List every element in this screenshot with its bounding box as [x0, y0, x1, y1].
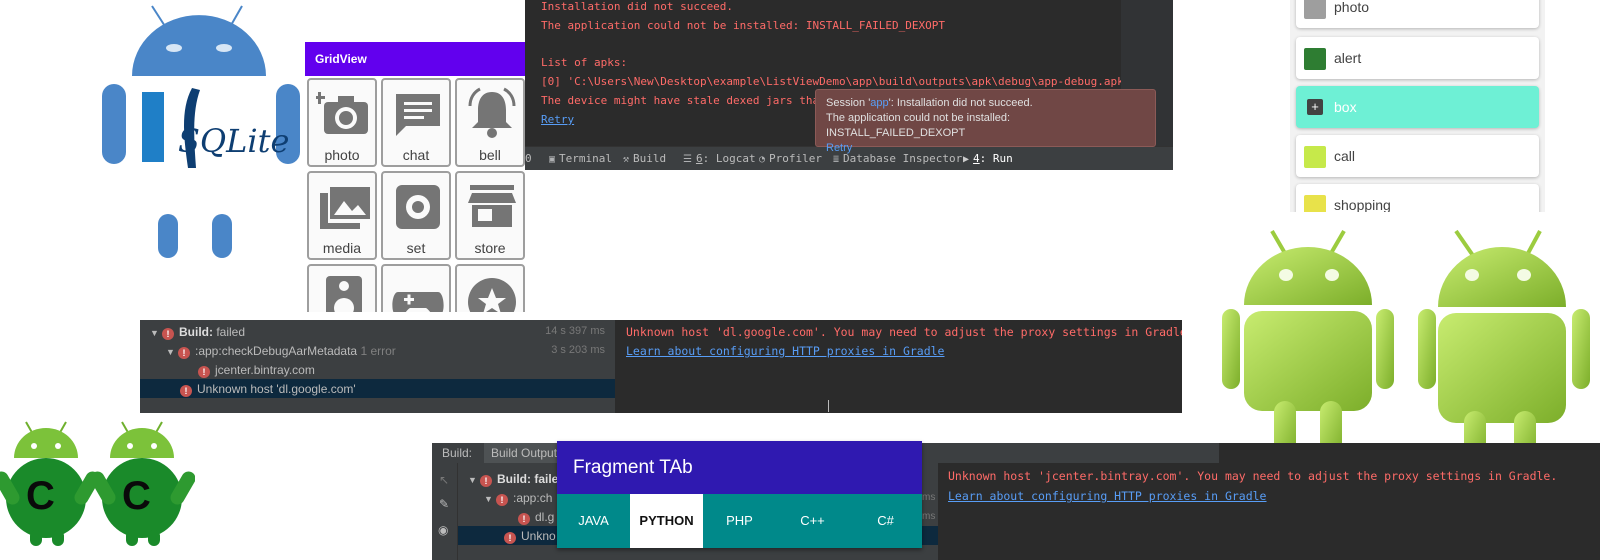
tab-php[interactable]: PHP — [703, 494, 776, 548]
cpp-letter: C — [26, 474, 55, 518]
tab-java[interactable]: JAVA — [557, 494, 630, 548]
cpp-droids-logo: C C — [0, 418, 196, 548]
retry-link[interactable]: Retry — [541, 113, 574, 126]
store-icon — [468, 185, 516, 227]
install-error-tooltip: Session 'app': Installation did not succ… — [815, 89, 1156, 154]
proxy-help-link[interactable]: Learn about configuring HTTP proxies in … — [948, 489, 1267, 503]
chat-icon — [396, 94, 440, 136]
hammer-icon: ⚒ — [623, 154, 630, 165]
error-icon: ! — [198, 366, 210, 378]
grid-cell-photo[interactable]: photo — [307, 78, 377, 167]
tree-row-host[interactable]: ! jcenter.bintray.com — [140, 360, 615, 379]
eye-icon[interactable]: ◉ — [438, 523, 448, 537]
sqlite-text: SQLite — [178, 122, 290, 160]
logcat-tab[interactable]: ☰ 6: Logcat — [683, 152, 756, 165]
console-line: List of apks: — [541, 56, 628, 69]
list-item-photo[interactable]: photo — [1296, 0, 1539, 28]
build-output-tab[interactable]: Build Output — [484, 443, 565, 463]
gridview-app: GridView photo chat bell media set store — [305, 42, 527, 312]
profiler-tab[interactable]: ◔ Profiler — [759, 152, 822, 165]
add-box-icon: + — [1307, 99, 1323, 115]
grid-cell-set[interactable]: set — [381, 171, 451, 260]
grid-cell-media[interactable]: media — [307, 171, 377, 260]
logcat-icon: ☰ — [683, 154, 692, 165]
console-line: The application could not be installed: … — [541, 19, 945, 32]
expand-arrow-icon: ▼ — [484, 494, 493, 504]
tree-row-task[interactable]: ▼!:app:checkDebugAarMetadata 1 error 3 s… — [140, 341, 615, 360]
console-line: The device might have stale dexed jars t… — [541, 94, 820, 107]
terminal-icon: ▣ — [549, 154, 556, 165]
star-icon — [468, 278, 516, 312]
time-suffix: ms — [922, 511, 936, 522]
expand-arrow-icon: ▼ — [166, 347, 175, 357]
expand-arrow-icon: ▼ — [468, 475, 477, 485]
pin-icon[interactable]: ✎ — [439, 497, 449, 511]
tab-layout: JAVA PYTHON PHP C++ C# — [557, 494, 922, 548]
alert-bell-icon — [1304, 48, 1326, 70]
android-mascot — [1418, 229, 1590, 459]
console-line: [0] 'C:\Users\New\Desktop\example\ListVi… — [541, 75, 1131, 88]
build-tree: ▼! Build: failed 14 s 397 ms ▼!:app:check… — [140, 320, 615, 413]
tab-cpp[interactable]: C++ — [776, 494, 849, 548]
error-icon: ! — [518, 513, 530, 525]
shopping-cart-icon — [1304, 195, 1326, 212]
console-line: Unknown host 'jcenter.bintray.com'. You … — [948, 469, 1558, 483]
profiler-icon: ◔ — [759, 154, 766, 165]
build-label: Build: — [442, 446, 473, 460]
camera-icon — [1304, 0, 1326, 19]
list-item-call[interactable]: call — [1296, 135, 1539, 177]
error-icon: ! — [180, 385, 192, 397]
call-icon — [1304, 146, 1326, 168]
error-icon: ! — [178, 347, 190, 359]
android-mascots — [1220, 225, 1600, 465]
console-line: Unknown host 'dl.google.com'. You may ne… — [626, 325, 1182, 339]
build-tab[interactable]: ⚒ Build — [623, 152, 666, 165]
tooltip-retry-link[interactable]: Retry — [826, 141, 1145, 156]
sqlite-android-logo: SQLite — [100, 0, 310, 265]
tab-python[interactable]: PYTHON — [630, 494, 703, 548]
gamepad-icon — [392, 292, 444, 312]
bell-icon — [468, 87, 516, 138]
list-item-box[interactable]: + box — [1296, 86, 1539, 128]
list-item-shopping[interactable]: shopping — [1296, 184, 1539, 212]
build-side-toolbar: ↖ ✎ ◉ — [432, 463, 458, 560]
gridview-grid: photo chat bell media set store — [305, 76, 527, 312]
app-bar-title: Fragment TAb — [573, 457, 693, 478]
error-icon: ! — [162, 328, 174, 340]
grid-cell-store[interactable]: store — [455, 171, 525, 260]
cpp-letter: C — [122, 474, 151, 518]
list-item-alert[interactable]: alert — [1296, 37, 1539, 79]
build-output-panel: ▼! Build: failed 14 s 397 ms ▼!:app:check… — [140, 320, 1182, 413]
text-cursor-icon — [828, 400, 829, 412]
error-icon: ! — [480, 475, 492, 487]
expand-arrow-icon: ▼ — [150, 328, 159, 338]
console-line: Installation did not succeed. — [541, 0, 734, 13]
tab-csharp[interactable]: C# — [849, 494, 922, 548]
grid-cell-chat[interactable]: chat — [381, 78, 451, 167]
icon-list: photo alert + box call shopping — [1290, 0, 1545, 212]
grid-cell-speaker[interactable] — [307, 264, 377, 312]
error-icon: ! — [496, 494, 508, 506]
tree-row-build[interactable]: ▼! Build: failed 14 s 397 ms — [140, 322, 615, 341]
image-icon — [320, 187, 370, 229]
speaker-icon — [326, 276, 362, 312]
time-suffix: ms — [922, 492, 936, 503]
tree-row-unknown-host[interactable]: ! Unknown host 'dl.google.com' — [140, 379, 615, 398]
android-mascot — [1222, 229, 1394, 455]
error-icon: ! — [504, 532, 516, 544]
tool-window-edge: 0 — [525, 152, 532, 165]
proxy-help-link[interactable]: Learn about configuring HTTP proxies in … — [626, 344, 945, 358]
gear-icon — [396, 185, 440, 229]
grid-cell-bell[interactable]: bell — [455, 78, 525, 167]
grid-cell-gamepad[interactable] — [381, 264, 451, 312]
terminal-tab[interactable]: ▣ Terminal — [549, 152, 612, 165]
cpp-droid — [0, 421, 100, 546]
gridview-title: GridView — [305, 42, 527, 76]
fragment-tab-app: Fragment TAb JAVA PYTHON PHP C++ C# — [557, 441, 922, 548]
camera-icon — [316, 92, 368, 134]
pointer-icon[interactable]: ↖ — [439, 473, 449, 487]
grid-cell-star[interactable] — [455, 264, 525, 312]
